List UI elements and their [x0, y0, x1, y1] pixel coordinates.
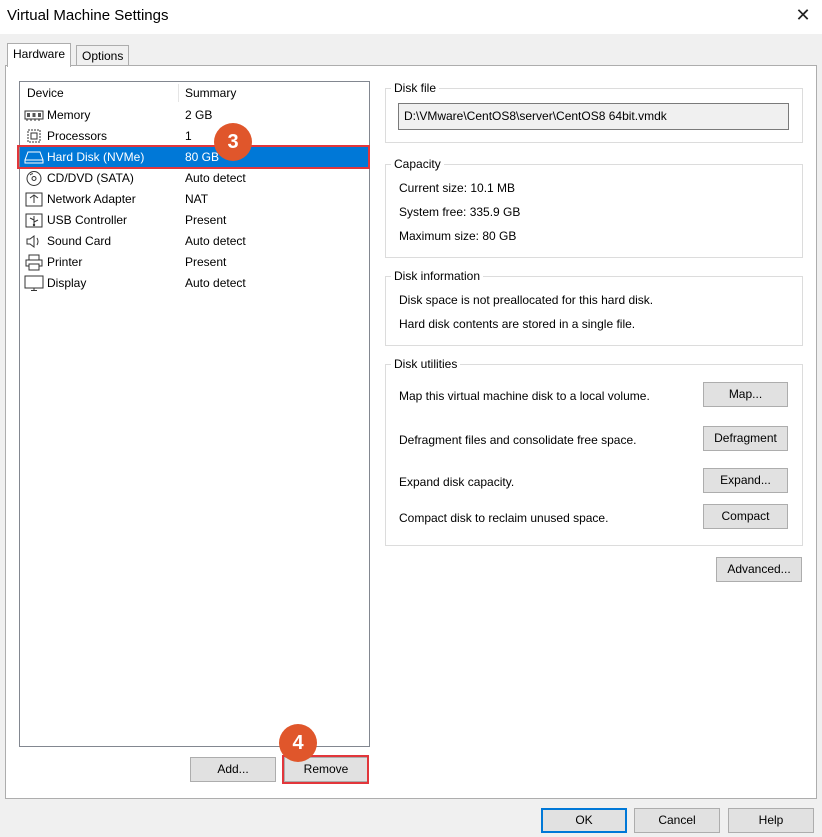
printer-icon [24, 254, 44, 271]
device-summary: NAT [185, 192, 209, 206]
maximum-size-text: Maximum size: 80 GB [399, 229, 517, 243]
map-description-text: Map this virtual machine disk to a local… [399, 389, 650, 403]
device-row-network-adapter[interactable]: Network Adapter NAT [20, 189, 369, 210]
hard-disk-highlight-outline [17, 145, 370, 169]
sound-card-icon [24, 233, 44, 250]
device-name: Processors [47, 129, 108, 143]
device-row-sound-card[interactable]: Sound Card Auto detect [20, 231, 369, 252]
ok-button[interactable]: OK [541, 808, 627, 833]
device-row-cd-dvd[interactable]: CD/DVD (SATA) Auto detect [20, 168, 369, 189]
defragment-description-text: Defragment files and consolidate free sp… [399, 433, 637, 447]
device-row-printer[interactable]: Printer Present [20, 252, 369, 273]
step-4-badge: 4 [279, 724, 317, 762]
device-row-memory[interactable]: Memory 2 GB [20, 105, 369, 126]
device-name: Printer [47, 255, 83, 269]
memory-icon [24, 107, 44, 124]
device-name: USB Controller [47, 213, 128, 227]
device-summary: Auto detect [185, 171, 246, 185]
expand-description-text: Expand disk capacity. [399, 475, 515, 489]
system-free-text: System free: 335.9 GB [399, 205, 521, 219]
device-summary: 2 GB [185, 108, 213, 122]
cd-dvd-icon [24, 170, 44, 187]
tab-options[interactable]: Options [76, 45, 130, 67]
close-icon[interactable]: ✕ [792, 4, 814, 26]
device-name: Display [47, 276, 87, 290]
add-device-button[interactable]: Add... [190, 757, 276, 782]
device-row-processors[interactable]: Processors 1 [20, 126, 369, 147]
tab-hardware[interactable]: Hardware [7, 43, 72, 67]
processor-icon [24, 128, 44, 145]
disk-file-label: Disk file [391, 81, 440, 95]
disk-information-group [385, 276, 803, 346]
device-name: Memory [47, 108, 91, 122]
device-list-header: Device Summary [20, 82, 369, 104]
column-header-device[interactable]: Device [27, 82, 64, 104]
device-name: Network Adapter [47, 192, 136, 206]
device-summary: Present [185, 213, 227, 227]
device-name: CD/DVD (SATA) [47, 171, 134, 185]
device-summary: Auto detect [185, 276, 246, 290]
display-icon [24, 275, 44, 292]
device-summary: Present [185, 255, 227, 269]
expand-button[interactable]: Expand... [703, 468, 788, 493]
compact-description-text: Compact disk to reclaim unused space. [399, 511, 609, 525]
help-button[interactable]: Help [728, 808, 814, 833]
network-adapter-icon [24, 191, 44, 208]
disk-info-preallocation-text: Disk space is not preallocated for this … [399, 293, 654, 307]
cancel-button[interactable]: Cancel [634, 808, 720, 833]
advanced-button[interactable]: Advanced... [716, 557, 802, 582]
device-name: Sound Card [47, 234, 112, 248]
disk-file-path-field[interactable]: D:\VMware\CentOS8\server\CentOS8 64bit.v… [398, 103, 789, 130]
defragment-button[interactable]: Defragment [703, 426, 788, 451]
window-title: Virtual Machine Settings [7, 7, 169, 24]
step-3-badge: 3 [214, 123, 252, 161]
column-header-summary[interactable]: Summary [185, 82, 236, 104]
device-summary: Auto detect [185, 234, 246, 248]
current-size-text: Current size: 10.1 MB [399, 181, 516, 195]
usb-icon [24, 212, 44, 229]
compact-button[interactable]: Compact [703, 504, 788, 529]
disk-information-label: Disk information [391, 269, 484, 283]
device-summary: 1 [185, 129, 192, 143]
map-button[interactable]: Map... [703, 382, 788, 407]
disk-info-single-file-text: Hard disk contents are stored in a singl… [399, 317, 636, 331]
device-row-display[interactable]: Display Auto detect [20, 273, 369, 294]
column-separator [178, 84, 179, 102]
device-row-usb-controller[interactable]: USB Controller Present [20, 210, 369, 231]
title-bar: Virtual Machine Settings ✕ [0, 0, 822, 34]
disk-utilities-label: Disk utilities [391, 357, 461, 371]
capacity-label: Capacity [391, 157, 444, 171]
